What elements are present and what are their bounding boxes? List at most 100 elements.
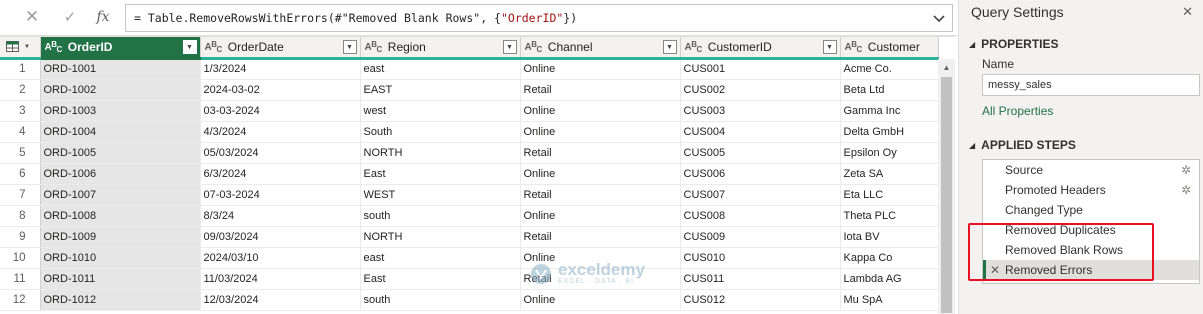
table-cell[interactable]: CUS001 (680, 58, 841, 80)
filter-dropdown-icon[interactable]: ▼ (502, 40, 517, 54)
table-cell[interactable]: CUS010 (680, 247, 841, 269)
table-cell[interactable]: Delta GmbH (840, 121, 939, 143)
gear-icon[interactable]: ✲ (1181, 163, 1191, 177)
row-number[interactable]: 3 (0, 100, 41, 122)
table-cell[interactable]: south (360, 289, 521, 311)
table-cell[interactable]: south (360, 205, 521, 227)
table-cell[interactable]: Online (520, 247, 681, 269)
table-cell[interactable]: ORD-1002 (40, 79, 201, 101)
table-cell[interactable]: WEST (360, 184, 521, 206)
vertical-scrollbar[interactable]: ▲ (938, 59, 955, 314)
gear-icon[interactable]: ✲ (1181, 183, 1191, 197)
column-header-customer[interactable]: ABC Customer (840, 37, 939, 60)
table-cell[interactable]: 2024-03-02 (200, 79, 361, 101)
text-type-icon[interactable]: ABC (45, 40, 63, 54)
table-cell[interactable]: CUS002 (680, 79, 841, 101)
table-cell[interactable]: CUS006 (680, 163, 841, 185)
table-cell[interactable]: East (360, 163, 521, 185)
table-cell[interactable]: Retail (520, 142, 681, 164)
applied-step-removed-blank-rows[interactable]: Removed Blank Rows (983, 240, 1199, 260)
row-number[interactable]: 4 (0, 121, 41, 143)
table-row[interactable]: 1 ORD-1001 1/3/2024 east Online CUS001 Acme Co… (0, 58, 939, 80)
table-cell[interactable]: EAST (360, 79, 521, 101)
table-cell[interactable]: CUS009 (680, 226, 841, 248)
table-cell[interactable]: east (360, 247, 521, 269)
table-cell[interactable]: ORD-1012 (40, 289, 201, 311)
expand-chevron-icon[interactable] (930, 10, 948, 28)
table-cell[interactable]: ORD-1008 (40, 205, 201, 227)
table-cell[interactable]: CUS007 (680, 184, 841, 206)
row-number[interactable]: 1 (0, 58, 41, 80)
table-row[interactable]: 12 ORD-1012 12/03/2024 south Online CUS012 Mu … (0, 289, 939, 311)
applied-step-removed-errors[interactable]: ✕ Removed Errors (983, 260, 1199, 280)
properties-section-toggle[interactable]: ◢ PROPERTIES (969, 37, 1059, 51)
table-cell[interactable]: Online (520, 289, 681, 311)
table-cell[interactable]: ORD-1001 (40, 58, 201, 80)
table-row[interactable]: 7 ORD-1007 07-03-2024 WEST Retail CUS007 Eta L… (0, 184, 939, 206)
applied-step-promoted-headers[interactable]: Promoted Headers ✲ (983, 180, 1199, 200)
table-cell[interactable]: Online (520, 121, 681, 143)
table-cell[interactable]: ORD-1007 (40, 184, 201, 206)
row-number[interactable]: 6 (0, 163, 41, 185)
table-row[interactable]: 4 ORD-1004 4/3/2024 South Online CUS004 Delta … (0, 121, 939, 143)
filter-dropdown-icon[interactable]: ▼ (662, 40, 677, 54)
table-cell[interactable]: CUS011 (680, 268, 841, 290)
table-cell[interactable]: NORTH (360, 226, 521, 248)
table-row[interactable]: 5 ORD-1005 05/03/2024 NORTH Retail CUS005 Epsi… (0, 142, 939, 164)
row-number[interactable]: 10 (0, 247, 41, 269)
table-cell[interactable]: Online (520, 205, 681, 227)
text-type-icon[interactable]: ABC (525, 40, 543, 54)
table-cell[interactable]: Retail (520, 79, 681, 101)
table-cell[interactable]: Gamma Inc (840, 100, 939, 122)
applied-step-removed-duplicates[interactable]: Removed Duplicates (983, 220, 1199, 240)
table-cell[interactable]: CUS004 (680, 121, 841, 143)
table-cell[interactable]: ORD-1011 (40, 268, 201, 290)
table-cell[interactable]: Iota BV (840, 226, 939, 248)
table-cell[interactable]: ORD-1004 (40, 121, 201, 143)
scrollbar-thumb[interactable] (941, 77, 952, 313)
table-cell[interactable]: Retail (520, 268, 681, 290)
table-cell[interactable]: west (360, 100, 521, 122)
table-cell[interactable]: ORD-1006 (40, 163, 201, 185)
table-cell[interactable]: 4/3/2024 (200, 121, 361, 143)
table-row[interactable]: 3 ORD-1003 03-03-2024 west Online CUS003 Gamma… (0, 100, 939, 122)
filter-dropdown-icon[interactable]: ▼ (182, 40, 197, 54)
table-cell[interactable]: Mu SpA (840, 289, 939, 311)
table-cell[interactable]: 2024/03/10 (200, 247, 361, 269)
table-cell[interactable]: Theta PLC (840, 205, 939, 227)
text-type-icon[interactable]: ABC (845, 40, 863, 54)
all-properties-link[interactable]: All Properties (982, 104, 1053, 118)
row-number[interactable]: 11 (0, 268, 41, 290)
row-number[interactable]: 7 (0, 184, 41, 206)
table-cell[interactable]: Beta Ltd (840, 79, 939, 101)
column-header-channel[interactable]: ABC Channel ▼ (520, 37, 681, 60)
row-number[interactable]: 12 (0, 289, 41, 311)
filter-dropdown-icon[interactable]: ▼ (342, 40, 357, 54)
table-cell[interactable]: Lambda AG (840, 268, 939, 290)
commit-check-icon[interactable]: ✓ (60, 7, 80, 27)
text-type-icon[interactable]: ABC (685, 40, 703, 54)
table-row[interactable]: 9 ORD-1009 09/03/2024 NORTH Retail CUS009 Iota… (0, 226, 939, 248)
table-cell[interactable]: CUS008 (680, 205, 841, 227)
fx-icon[interactable]: fx (93, 7, 113, 27)
table-row[interactable]: 6 ORD-1006 6/3/2024 East Online CUS006 Zeta SA (0, 163, 939, 185)
table-cell[interactable]: 03-03-2024 (200, 100, 361, 122)
row-number[interactable]: 5 (0, 142, 41, 164)
table-cell[interactable]: Epsilon Oy (840, 142, 939, 164)
table-cell[interactable]: 12/03/2024 (200, 289, 361, 311)
table-cell[interactable]: CUS005 (680, 142, 841, 164)
table-cell[interactable]: 6/3/2024 (200, 163, 361, 185)
column-header-orderdate[interactable]: ABC OrderDate ▼ (200, 37, 361, 60)
table-cell[interactable]: 1/3/2024 (200, 58, 361, 80)
table-cell[interactable]: ORD-1003 (40, 100, 201, 122)
table-cell[interactable]: Online (520, 58, 681, 80)
cancel-icon[interactable]: ✕ (22, 7, 42, 27)
table-cell[interactable]: Eta LLC (840, 184, 939, 206)
table-cell[interactable]: South (360, 121, 521, 143)
scroll-up-arrow-icon[interactable]: ▲ (938, 59, 955, 75)
table-cell[interactable]: Zeta SA (840, 163, 939, 185)
table-cell[interactable]: Online (520, 163, 681, 185)
table-cell[interactable]: 11/03/2024 (200, 268, 361, 290)
table-cell[interactable]: NORTH (360, 142, 521, 164)
table-cell[interactable]: Retail (520, 184, 681, 206)
